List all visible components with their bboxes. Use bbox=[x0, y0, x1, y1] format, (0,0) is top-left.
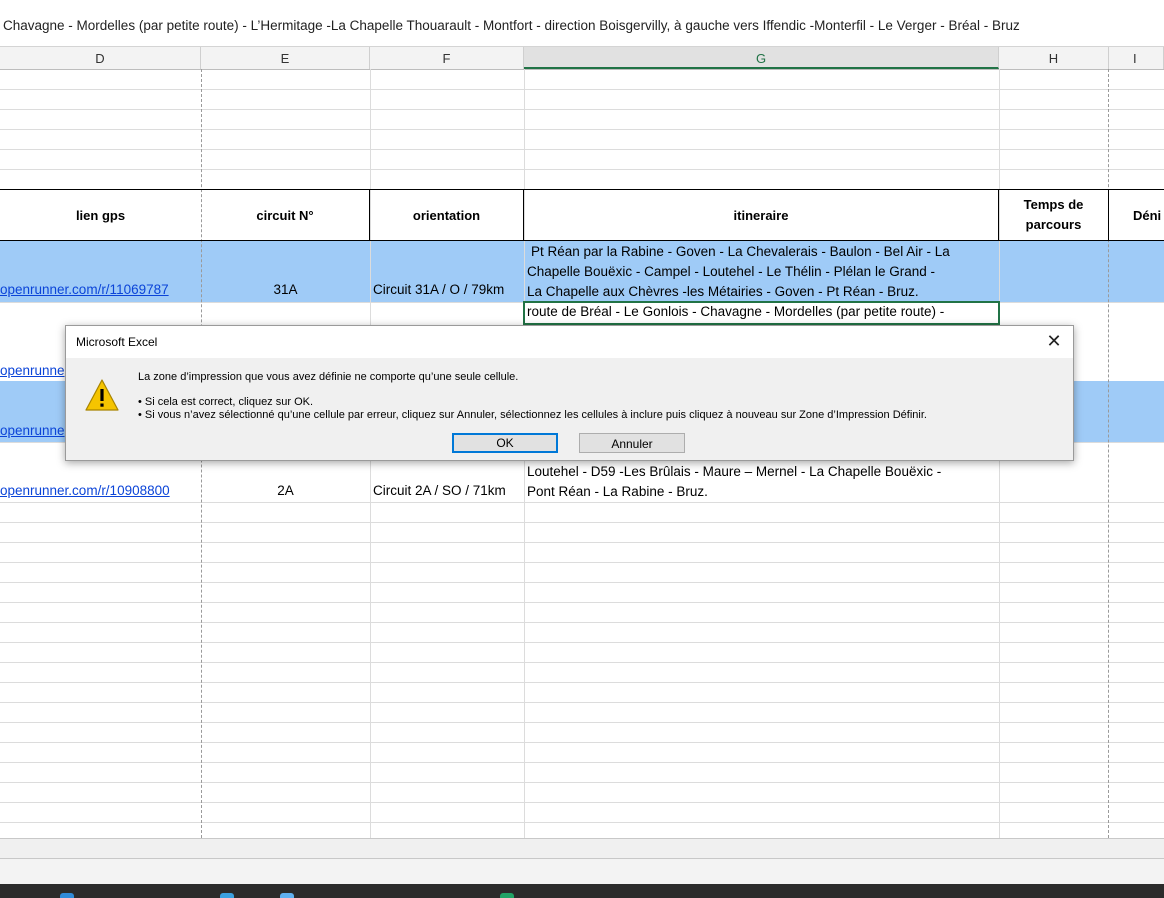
itineraire-31a[interactable]: Pt Réan par la Rabine - Goven - La Cheva… bbox=[527, 242, 950, 302]
column-header-i[interactable]: I bbox=[1109, 47, 1164, 69]
itin-31a-line1: Pt Réan par la Rabine - Goven - La Cheva… bbox=[531, 244, 950, 259]
column-header-g[interactable]: G bbox=[524, 47, 999, 69]
windows-taskbar bbox=[0, 884, 1164, 898]
orientation-2a[interactable]: Circuit 2A / SO / 71km bbox=[373, 483, 506, 498]
status-bar bbox=[0, 858, 1164, 885]
itineraire-row2: route de Bréal - Le Gonlois - Chavagne -… bbox=[527, 304, 945, 319]
header-lien-gps: lien gps bbox=[0, 189, 201, 241]
circuit-2a[interactable]: 2A bbox=[201, 483, 370, 498]
column-header-d[interactable]: D bbox=[0, 47, 201, 69]
taskbar-app-icon[interactable] bbox=[220, 893, 234, 898]
circuit-31a[interactable]: 31A bbox=[201, 282, 370, 297]
column-header-f[interactable]: F bbox=[370, 47, 524, 69]
formula-bar[interactable]: Chavagne - Mordelles (par petite route) … bbox=[0, 0, 1164, 47]
ok-button[interactable]: OK bbox=[452, 433, 558, 453]
gps-link-row2[interactable]: openrunne bbox=[0, 363, 65, 378]
taskbar-app-icon[interactable] bbox=[60, 893, 74, 898]
dialog-message-ok: • Si cela est correct, cliquez sur OK. bbox=[138, 396, 314, 408]
dialog-message-cancel: • Si vous n’avez sélectionné qu’une cell… bbox=[138, 409, 927, 421]
excel-dialog: Microsoft Excel ✕ La zone d’impression q… bbox=[65, 325, 1074, 461]
header-itineraire: itineraire bbox=[524, 189, 999, 241]
warning-icon bbox=[85, 379, 119, 411]
header-temps-parcours: Temps de parcours bbox=[999, 189, 1109, 241]
itin-31a-line3: La Chapelle aux Chèvres -les Métairies -… bbox=[527, 284, 919, 299]
itin-2a-line1: Loutehel - D59 -Les Brûlais - Maure – Me… bbox=[527, 464, 942, 479]
header-temps-line2: parcours bbox=[1025, 217, 1082, 232]
column-header-h[interactable]: H bbox=[999, 47, 1109, 69]
close-icon[interactable]: ✕ bbox=[1043, 330, 1065, 352]
gps-link-2a[interactable]: openrunner.com/r/10908800 bbox=[0, 483, 170, 498]
header-orientation: orientation bbox=[370, 189, 524, 241]
dialog-title: Microsoft Excel bbox=[76, 335, 158, 349]
column-headers: D E F G H I bbox=[0, 47, 1164, 70]
formula-bar-text: Chavagne - Mordelles (par petite route) … bbox=[3, 18, 1020, 33]
orientation-31a[interactable]: Circuit 31A / O / 79km bbox=[373, 282, 504, 297]
cancel-button[interactable]: Annuler bbox=[579, 433, 685, 453]
horizontal-scrollbar[interactable] bbox=[0, 838, 1164, 859]
header-denivele: Déni bbox=[1109, 189, 1164, 241]
gps-link-31a[interactable]: openrunner.com/r/11069787 bbox=[0, 282, 169, 297]
itin-2a-line2: Pont Réan - La Rabine - Bruz. bbox=[527, 484, 708, 499]
taskbar-excel-icon[interactable] bbox=[500, 893, 514, 898]
column-header-e[interactable]: E bbox=[201, 47, 370, 69]
taskbar-app-icon[interactable] bbox=[280, 893, 294, 898]
itin-31a-line2: Chapelle Bouëxic - Campel - Loutehel - L… bbox=[527, 264, 935, 279]
gps-link-row3[interactable]: openrunne bbox=[0, 423, 65, 438]
dialog-title-bar[interactable]: Microsoft Excel ✕ bbox=[66, 326, 1073, 358]
header-temps-line1: Temps de bbox=[1023, 197, 1084, 212]
dialog-message: La zone d’impression que vous avez défin… bbox=[138, 371, 519, 383]
itineraire-2a[interactable]: Loutehel - D59 -Les Brûlais - Maure – Me… bbox=[527, 462, 941, 502]
header-circuit: circuit N° bbox=[201, 189, 370, 241]
